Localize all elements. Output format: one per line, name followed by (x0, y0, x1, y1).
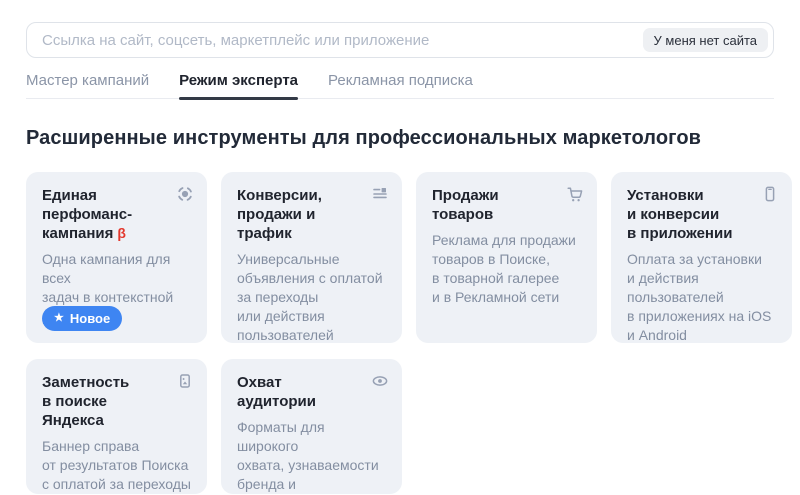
no-site-button[interactable]: У меня нет сайта (642, 28, 768, 52)
card-description: Баннер справа от результатов Поиска с оп… (42, 438, 191, 492)
campaign-type-grid: Единая перфоманс- кампания β Одна кампани… (26, 172, 792, 494)
page-title: Расширенные инструменты для профессионал… (26, 127, 702, 149)
text-ad-icon (371, 185, 389, 203)
tab-ad-subscription[interactable]: Рекламная подписка (328, 71, 473, 98)
card-product-sales[interactable]: Продажи товаров Реклама для продажи това… (416, 172, 597, 343)
banner-icon (176, 372, 194, 390)
card-conversions-sales-traffic[interactable]: Конверсии, продажи и трафик Универсальны… (221, 172, 402, 343)
new-badge-label: Новое (69, 311, 111, 326)
card-title: Заметность в поиске Яндекса (42, 374, 130, 429)
url-input-row: У меня нет сайта (26, 22, 774, 58)
card-title: Конверсии, продажи и трафик (237, 187, 322, 242)
card-title: Единая перфоманс- кампания β (42, 187, 133, 242)
card-unified-performance-campaign[interactable]: Единая перфоманс- кампания β Одна кампани… (26, 172, 207, 343)
cart-icon (566, 185, 584, 203)
card-description: Оплата за установки и действия пользоват… (627, 251, 772, 343)
card-search-visibility[interactable]: Заметность в поиске Яндекса Баннер справ… (26, 359, 207, 494)
tab-master-campaigns[interactable]: Мастер кампаний (26, 71, 149, 98)
card-title: Продажи товаров (432, 187, 499, 223)
eye-icon (371, 372, 389, 390)
card-title: Охват аудитории (237, 374, 316, 410)
new-badge: ★ Новое (42, 306, 123, 331)
tab-expert-mode[interactable]: Режим эксперта (179, 71, 298, 100)
card-audience-reach[interactable]: Охват аудитории Форматы для широкого охв… (221, 359, 402, 494)
card-title: Установки и конверсии в приложении (627, 187, 733, 242)
card-description: Реклама для продажи товаров в Поиске, в … (432, 232, 576, 305)
focus-icon (176, 185, 194, 203)
beta-label: β (117, 225, 126, 241)
phone-icon (761, 185, 779, 203)
card-app-installs-conversions[interactable]: Установки и конверсии в приложении Оплат… (611, 172, 792, 343)
campaign-mode-tabs: Мастер кампаний Режим эксперта Рекламная… (26, 71, 774, 100)
campaign-create-page: У меня нет сайта Мастер кампаний Режим э… (0, 0, 800, 494)
card-description: Форматы для широкого охвата, узнаваемост… (237, 419, 379, 492)
star-icon: ★ (54, 312, 64, 324)
card-description: Универсальные объявления с оплатой за пе… (237, 251, 383, 343)
